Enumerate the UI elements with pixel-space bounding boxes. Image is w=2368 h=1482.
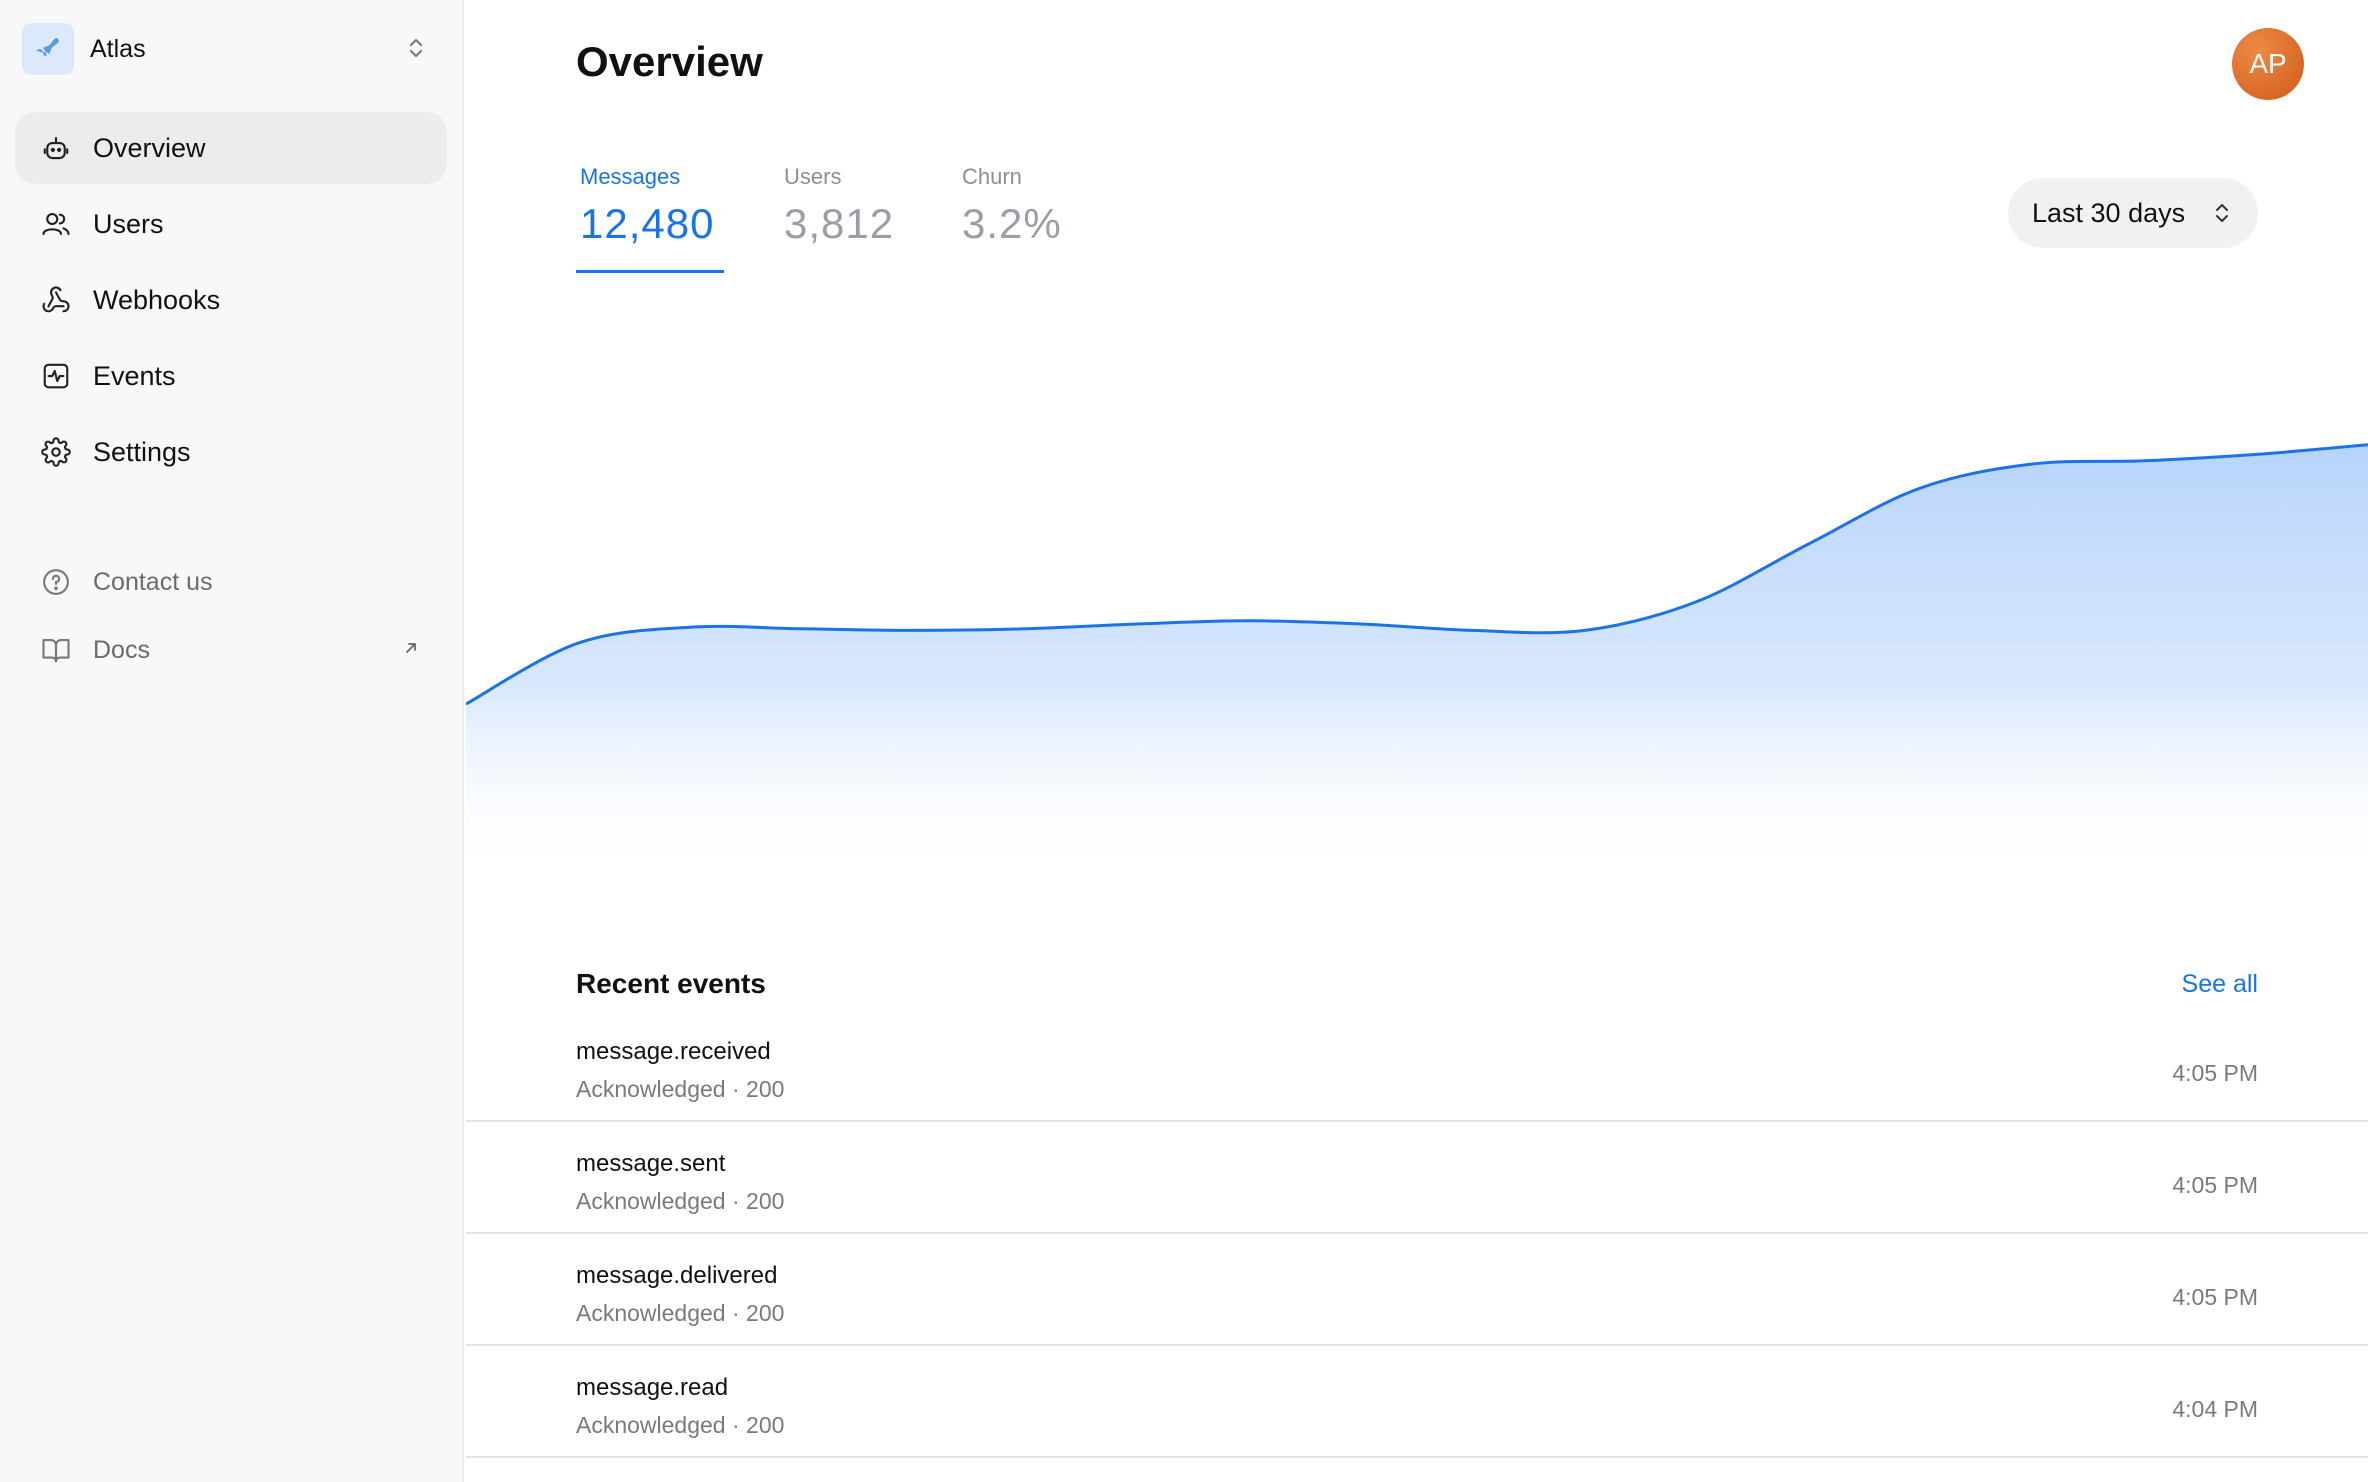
workspace-name: Atlas (90, 34, 146, 63)
users-icon (39, 207, 73, 241)
date-range-value: Last 30 days (2032, 197, 2186, 228)
external-link-icon (401, 638, 421, 663)
help-circle-icon (39, 565, 73, 599)
main-content: Overview AP Messages 12,480 Users 3,812 … (466, 0, 2368, 1482)
list-item[interactable]: message.sent Acknowledged · 200 4:05 PM (466, 1122, 2368, 1234)
recent-events-title: Recent events (576, 968, 766, 999)
event-status: Acknowledged · 200 (576, 1188, 785, 1214)
date-range-select[interactable]: Last 30 days (2008, 178, 2258, 248)
chevron-up-down-icon (2212, 201, 2232, 230)
event-name: message.delivered (576, 1262, 778, 1289)
sidebar-item-label: Docs (93, 635, 150, 664)
metric-tab-churn[interactable]: Churn 3.2% (962, 164, 1062, 248)
sidebar: Atlas Overview Users Webhooks Events Set… (0, 0, 464, 1482)
page-title: Overview (576, 38, 763, 85)
metric-value: 12,480 (580, 200, 715, 247)
metric-value: 3.2% (962, 200, 1062, 247)
messages-area-chart (466, 443, 2368, 880)
sidebar-item-contact-us[interactable]: Contact us (15, 550, 447, 614)
event-name: message.sent (576, 1150, 726, 1177)
event-status: Acknowledged · 200 (576, 1300, 785, 1326)
metric-label: Users (784, 164, 842, 189)
sidebar-item-settings[interactable]: Settings (15, 416, 447, 488)
book-icon (39, 633, 73, 667)
airplane-icon (22, 23, 74, 75)
event-status: Acknowledged · 200 (576, 1076, 785, 1102)
sidebar-item-label: Overview (93, 132, 206, 163)
metric-tab-users[interactable]: Users 3,812 (784, 164, 894, 248)
sidebar-item-label: Settings (93, 436, 191, 467)
gear-icon (39, 435, 73, 469)
list-item[interactable]: message.read Acknowledged · 200 4:04 PM (466, 1346, 2368, 1458)
metric-label: Churn (962, 164, 1022, 189)
sidebar-item-webhooks[interactable]: Webhooks (15, 264, 447, 336)
primary-nav: Overview Users Webhooks Events Settings (15, 112, 447, 492)
sidebar-item-events[interactable]: Events (15, 340, 447, 412)
event-time: 4:05 PM (2172, 1172, 2258, 1198)
metric-label: Messages (580, 164, 681, 189)
sidebar-item-label: Webhooks (93, 284, 221, 315)
list-item[interactable]: message.delivered Acknowledged · 200 4:0… (466, 1234, 2368, 1346)
event-status: Acknowledged · 200 (576, 1412, 785, 1438)
event-time: 4:04 PM (2172, 1396, 2258, 1422)
activity-icon (39, 359, 73, 393)
sidebar-item-users[interactable]: Users (15, 188, 447, 260)
sidebar-item-overview[interactable]: Overview (15, 112, 447, 184)
chart-area-fill (466, 444, 2368, 880)
sidebar-item-label: Users (93, 208, 164, 239)
list-item[interactable]: message.received Acknowledged · 200 4:05… (466, 1010, 2368, 1122)
metric-value: 3,812 (784, 200, 895, 247)
see-all-link[interactable]: See all (2182, 970, 2258, 999)
avatar[interactable]: AP (2232, 28, 2304, 100)
events-list: message.received Acknowledged · 200 4:05… (466, 1010, 2368, 1458)
event-name: message.received (576, 1038, 771, 1065)
metric-tab-messages[interactable]: Messages 12,480 (580, 164, 714, 248)
chevron-up-down-icon (406, 36, 426, 65)
webhook-icon (39, 283, 73, 317)
secondary-nav: Contact us Docs (15, 550, 447, 686)
robot-icon (39, 131, 73, 165)
sidebar-item-docs[interactable]: Docs (15, 618, 447, 682)
event-name: message.read (576, 1374, 729, 1401)
event-time: 4:05 PM (2172, 1284, 2258, 1310)
sidebar-item-label: Events (93, 360, 176, 391)
event-time: 4:05 PM (2172, 1060, 2258, 1086)
workspace-switcher[interactable]: Atlas (22, 22, 440, 76)
avatar-initials: AP (2249, 48, 2287, 79)
sidebar-item-label: Contact us (93, 567, 213, 596)
active-tab-indicator (576, 270, 724, 273)
